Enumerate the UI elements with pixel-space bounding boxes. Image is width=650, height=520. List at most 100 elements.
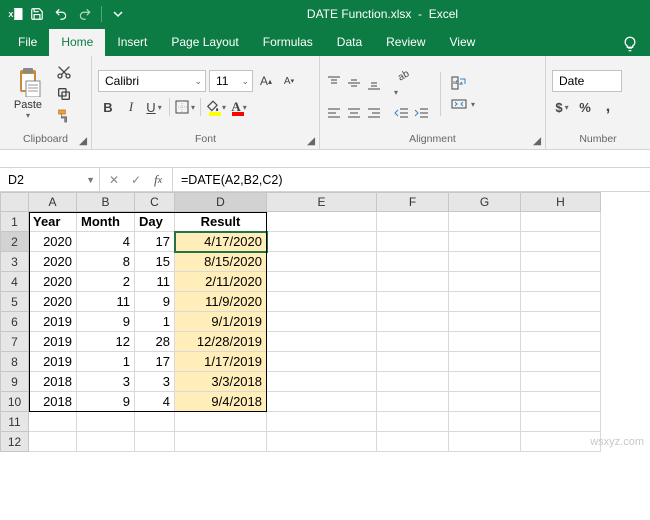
cell-F10[interactable] bbox=[377, 392, 449, 412]
cell-D12[interactable] bbox=[175, 432, 267, 452]
align-middle-icon[interactable] bbox=[346, 75, 362, 91]
cell-G7[interactable] bbox=[449, 332, 521, 352]
tab-insert[interactable]: Insert bbox=[105, 29, 159, 56]
cell-F4[interactable] bbox=[377, 272, 449, 292]
cell-E2[interactable] bbox=[267, 232, 377, 252]
cell-C3[interactable]: 15 bbox=[135, 252, 175, 272]
cell-F5[interactable] bbox=[377, 292, 449, 312]
name-box[interactable]: D2▼ bbox=[0, 168, 100, 191]
format-painter-icon[interactable] bbox=[54, 107, 74, 125]
font-size-combo[interactable]: 11⌄ bbox=[209, 70, 253, 92]
clipboard-dialog-launcher-icon[interactable]: ◢ bbox=[77, 135, 89, 147]
font-name-combo[interactable]: Calibri⌄ bbox=[98, 70, 206, 92]
tab-formulas[interactable]: Formulas bbox=[251, 29, 325, 56]
cell-C6[interactable]: 1 bbox=[135, 312, 175, 332]
cell-E10[interactable] bbox=[267, 392, 377, 412]
formula-input[interactable]: =DATE(A2,B2,C2) bbox=[173, 168, 650, 191]
cell-C11[interactable] bbox=[135, 412, 175, 432]
cell-D1[interactable]: Result bbox=[175, 212, 267, 232]
cell-B1[interactable]: Month bbox=[77, 212, 135, 232]
cell-H11[interactable] bbox=[521, 412, 601, 432]
cell-C8[interactable]: 17 bbox=[135, 352, 175, 372]
col-header-A[interactable]: A bbox=[29, 193, 77, 212]
tell-me-icon[interactable] bbox=[618, 32, 642, 56]
cell-A7[interactable]: 2019 bbox=[29, 332, 77, 352]
cell-B6[interactable]: 9 bbox=[77, 312, 135, 332]
tab-review[interactable]: Review bbox=[374, 29, 437, 56]
italic-button[interactable]: I bbox=[121, 97, 141, 117]
cell-G10[interactable] bbox=[449, 392, 521, 412]
cell-F7[interactable] bbox=[377, 332, 449, 352]
cell-C4[interactable]: 11 bbox=[135, 272, 175, 292]
cell-G9[interactable] bbox=[449, 372, 521, 392]
cell-F1[interactable] bbox=[377, 212, 449, 232]
cell-A12[interactable] bbox=[29, 432, 77, 452]
tab-data[interactable]: Data bbox=[325, 29, 374, 56]
cell-F2[interactable] bbox=[377, 232, 449, 252]
cell-E4[interactable] bbox=[267, 272, 377, 292]
cell-E5[interactable] bbox=[267, 292, 377, 312]
accounting-format-icon[interactable]: $▾ bbox=[552, 97, 572, 117]
cell-G6[interactable] bbox=[449, 312, 521, 332]
cell-B9[interactable]: 3 bbox=[77, 372, 135, 392]
cell-H7[interactable] bbox=[521, 332, 601, 352]
cell-A3[interactable]: 2020 bbox=[29, 252, 77, 272]
cell-E6[interactable] bbox=[267, 312, 377, 332]
cell-H9[interactable] bbox=[521, 372, 601, 392]
row-header-1[interactable]: 1 bbox=[1, 212, 29, 232]
cell-F11[interactable] bbox=[377, 412, 449, 432]
increase-font-icon[interactable]: A▴ bbox=[256, 71, 276, 91]
cell-A6[interactable]: 2019 bbox=[29, 312, 77, 332]
alignment-dialog-launcher-icon[interactable]: ◢ bbox=[531, 135, 543, 147]
cancel-formula-icon[interactable]: ✕ bbox=[104, 170, 124, 190]
cell-F3[interactable] bbox=[377, 252, 449, 272]
cell-G5[interactable] bbox=[449, 292, 521, 312]
cell-H4[interactable] bbox=[521, 272, 601, 292]
cell-G12[interactable] bbox=[449, 432, 521, 452]
percent-format-icon[interactable]: % bbox=[575, 97, 595, 117]
decrease-indent-icon[interactable] bbox=[394, 105, 410, 121]
row-header-2[interactable]: 2 bbox=[1, 232, 29, 252]
cell-D11[interactable] bbox=[175, 412, 267, 432]
row-header-4[interactable]: 4 bbox=[1, 272, 29, 292]
cell-H8[interactable] bbox=[521, 352, 601, 372]
cell-A10[interactable]: 2018 bbox=[29, 392, 77, 412]
fill-color-icon[interactable]: ▾ bbox=[206, 97, 226, 117]
row-header-12[interactable]: 12 bbox=[1, 432, 29, 452]
cell-B7[interactable]: 12 bbox=[77, 332, 135, 352]
cell-E7[interactable] bbox=[267, 332, 377, 352]
tab-page-layout[interactable]: Page Layout bbox=[159, 29, 250, 56]
align-left-icon[interactable] bbox=[326, 105, 342, 121]
cell-B10[interactable]: 9 bbox=[77, 392, 135, 412]
wrap-text-button[interactable]: ab bbox=[451, 75, 475, 91]
cell-B4[interactable]: 2 bbox=[77, 272, 135, 292]
row-header-3[interactable]: 3 bbox=[1, 252, 29, 272]
cell-D2[interactable]: 4/17/2020 bbox=[175, 232, 267, 252]
row-header-8[interactable]: 8 bbox=[1, 352, 29, 372]
cell-D6[interactable]: 9/1/2019 bbox=[175, 312, 267, 332]
row-header-11[interactable]: 11 bbox=[1, 412, 29, 432]
col-header-G[interactable]: G bbox=[449, 193, 521, 212]
row-header-6[interactable]: 6 bbox=[1, 312, 29, 332]
merge-center-button[interactable]: ▾ bbox=[451, 96, 475, 112]
col-header-E[interactable]: E bbox=[267, 193, 377, 212]
cell-E11[interactable] bbox=[267, 412, 377, 432]
row-header-10[interactable]: 10 bbox=[1, 392, 29, 412]
cell-H2[interactable] bbox=[521, 232, 601, 252]
redo-icon[interactable] bbox=[74, 3, 96, 25]
cell-E1[interactable] bbox=[267, 212, 377, 232]
cell-G3[interactable] bbox=[449, 252, 521, 272]
cell-C7[interactable]: 28 bbox=[135, 332, 175, 352]
cell-E8[interactable] bbox=[267, 352, 377, 372]
cut-icon[interactable] bbox=[54, 63, 74, 81]
copy-icon[interactable] bbox=[54, 85, 74, 103]
bold-button[interactable]: B bbox=[98, 97, 118, 117]
col-header-H[interactable]: H bbox=[521, 193, 601, 212]
cell-G4[interactable] bbox=[449, 272, 521, 292]
cell-F6[interactable] bbox=[377, 312, 449, 332]
cell-G11[interactable] bbox=[449, 412, 521, 432]
cell-H1[interactable] bbox=[521, 212, 601, 232]
cell-H10[interactable] bbox=[521, 392, 601, 412]
cell-C12[interactable] bbox=[135, 432, 175, 452]
cell-F9[interactable] bbox=[377, 372, 449, 392]
